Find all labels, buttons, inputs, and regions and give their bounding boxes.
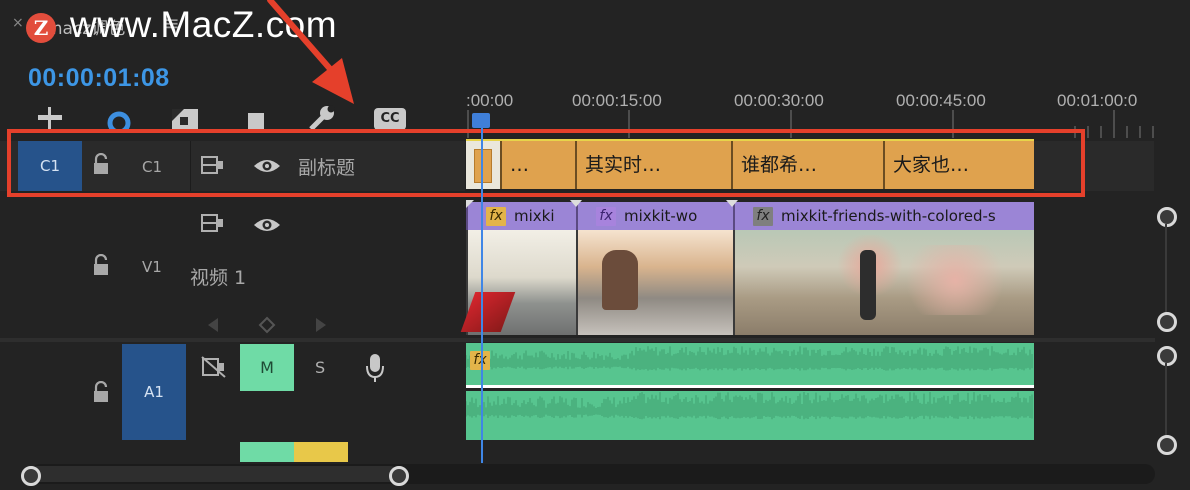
video-thumbnail[interactable] xyxy=(576,230,733,335)
solo-track-button[interactable]: S xyxy=(315,358,325,377)
ruler-label: 00:00:15:00 xyxy=(572,91,662,110)
lock-track-icon[interactable] xyxy=(92,254,110,276)
annotation-arrow-icon xyxy=(267,0,354,104)
captions-icon[interactable]: CC xyxy=(374,108,406,130)
video-thumbnail[interactable] xyxy=(460,230,576,335)
linked-selection-icon[interactable] xyxy=(105,105,137,131)
audio-clip[interactable]: fx xyxy=(466,343,1034,440)
ruler-label: 00:00:45:00 xyxy=(896,91,986,110)
ruler-label: 00:01:00:0 xyxy=(1057,91,1138,110)
playhead-handle[interactable] xyxy=(472,113,490,128)
mute-track-button[interactable]: M xyxy=(240,344,294,391)
video-thumbnail[interactable] xyxy=(733,230,1034,335)
playhead-timecode[interactable]: 00:00:01:08 xyxy=(28,64,170,93)
ruler-label: 00:00:30:00 xyxy=(734,91,824,110)
mute-track-button[interactable] xyxy=(240,442,294,462)
scrollbar-right-handle[interactable] xyxy=(389,466,409,486)
wrench-icon[interactable] xyxy=(305,105,337,131)
track-height-handle[interactable] xyxy=(1157,435,1177,455)
keyframe-navigator[interactable] xyxy=(205,315,330,335)
highlight-box xyxy=(7,129,1085,197)
snap-icon[interactable] xyxy=(34,105,66,131)
clip-edge-markers xyxy=(466,200,738,208)
close-tab-icon[interactable]: × xyxy=(12,15,24,31)
playhead-line[interactable] xyxy=(481,128,483,463)
ruler-label: :00:00 xyxy=(466,91,514,110)
fx-badge-icon: fx xyxy=(470,351,490,370)
scrollbar-thumb[interactable] xyxy=(30,466,398,482)
track-height-handle[interactable] xyxy=(1157,346,1177,366)
source-patch-a1[interactable]: A1 xyxy=(122,344,186,440)
track-height-handle[interactable] xyxy=(1157,207,1177,227)
scrollbar-left-handle[interactable] xyxy=(21,466,41,486)
track-height-handle[interactable] xyxy=(1157,312,1177,332)
microphone-icon[interactable] xyxy=(364,352,386,384)
marker-icon[interactable] xyxy=(170,105,202,131)
add-marker-icon[interactable] xyxy=(240,105,272,131)
sync-lock-off-icon[interactable] xyxy=(201,355,227,379)
track-name-v1[interactable]: 视频 1 xyxy=(190,263,246,290)
audio-waveform xyxy=(466,346,1033,420)
solo-track-button[interactable] xyxy=(294,442,348,462)
eye-icon[interactable] xyxy=(253,216,281,234)
sync-lock-icon[interactable] xyxy=(201,213,225,233)
lock-track-icon[interactable] xyxy=(92,381,110,403)
track-label-v1[interactable]: V1 xyxy=(142,258,162,276)
watermark-logo: Z xyxy=(26,13,56,43)
